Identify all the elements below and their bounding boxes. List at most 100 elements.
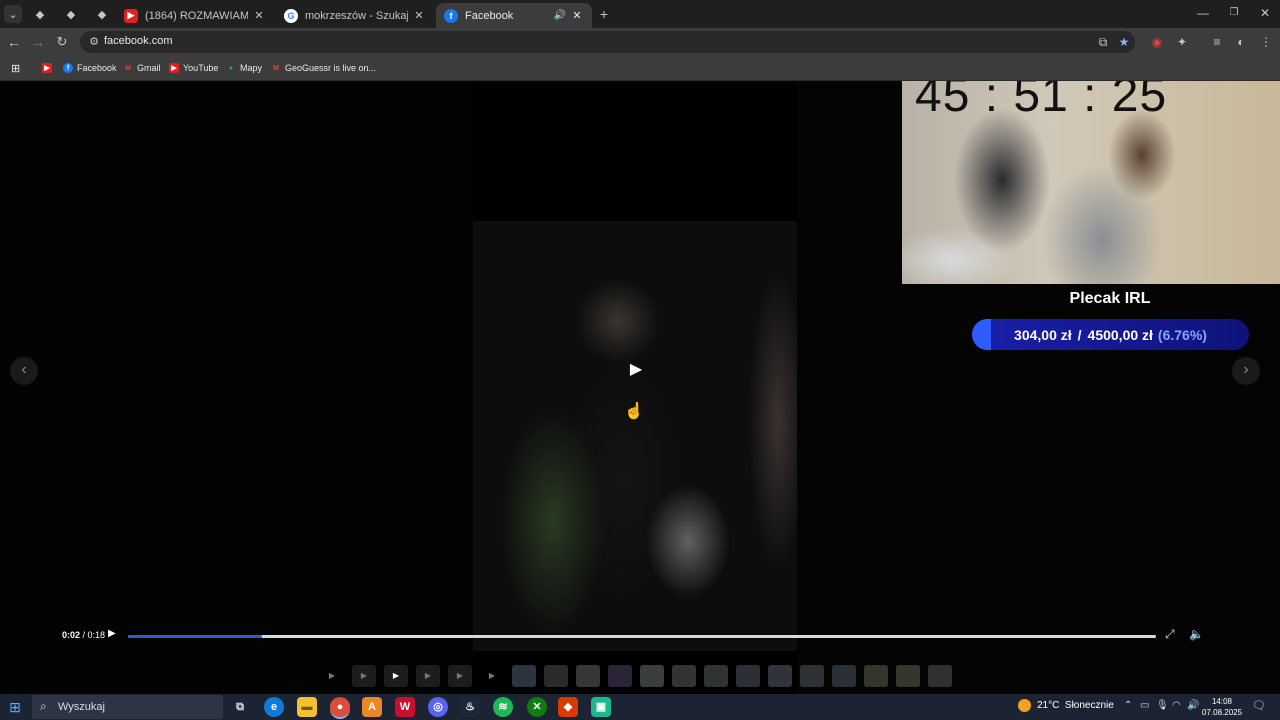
chrome-icon[interactable]: ● <box>330 697 350 719</box>
bookmark-maps[interactable]: ● Mapy <box>226 61 262 75</box>
site-info-icon[interactable]: ⚙ <box>86 34 102 50</box>
microphone-icon[interactable]: 🎙 <box>1156 700 1169 711</box>
play-button[interactable]: ▶ <box>108 628 116 639</box>
xbox-icon[interactable]: ✕ <box>527 697 547 717</box>
install-app-icon[interactable]: ⧉ <box>1094 33 1112 51</box>
close-tab-icon[interactable]: ✕ <box>570 9 584 22</box>
close-tab-icon[interactable]: ✕ <box>252 9 266 22</box>
thumbnail[interactable] <box>544 665 568 687</box>
tab-facebook[interactable]: f Facebook 🔊 ✕ <box>436 3 592 28</box>
restore-button[interactable]: ❐ <box>1219 4 1249 22</box>
profile-icon[interactable]: ◐ <box>1232 33 1250 51</box>
bookmark-gmail[interactable]: M Gmail <box>123 61 161 75</box>
speaker-icon[interactable]: 🔊 <box>554 10 566 21</box>
youtube-icon: ▶ <box>169 63 179 73</box>
goal-title: Plecak IRL <box>1069 290 1151 307</box>
thumbnail[interactable] <box>928 665 952 687</box>
tab-search-chevron-icon[interactable]: ⌄ <box>4 5 22 23</box>
bookmark-youtube-red[interactable]: ▶ <box>42 61 56 75</box>
menu-kebab-icon[interactable]: ⋮ <box>1257 33 1275 51</box>
notification-icon[interactable]: 🗨 <box>1252 699 1266 712</box>
app-green-icon[interactable]: ▣ <box>591 697 611 717</box>
address-bar[interactable]: ⚙ facebook.com <box>80 31 1135 53</box>
file-explorer-icon[interactable]: ▬ <box>297 697 317 717</box>
thumbnail[interactable] <box>640 665 664 687</box>
close-tab-icon[interactable]: ✕ <box>412 9 426 22</box>
pinned-tab-3[interactable]: ◆ <box>93 5 111 23</box>
previous-arrow-icon[interactable]: ‹ <box>10 357 38 385</box>
youtube-icon: ▶ <box>42 63 52 73</box>
new-tab-button[interactable]: + <box>595 5 613 23</box>
thumbnail[interactable] <box>864 665 888 687</box>
extensions-puzzle-icon[interactable]: ✦ <box>1173 33 1191 51</box>
edge-icon[interactable]: e <box>264 697 284 717</box>
reading-list-icon[interactable]: ≡ <box>1208 33 1226 51</box>
thumbnail[interactable]: ▶ <box>416 665 440 687</box>
tab-strip: ⌄ ◆ ◆ ◆ ▶ (1864) ROZMAWIAMY Z DUCH ✕ G m… <box>0 0 1280 28</box>
video-viewer: ‹ › ▶ ☝ 45 : 51 : 25 Plecak IRL 304,00 z… <box>0 81 1280 694</box>
thumbnail[interactable] <box>672 665 696 687</box>
thumbnail[interactable] <box>800 665 824 687</box>
extension-icon[interactable]: ◉ <box>1148 33 1166 51</box>
messenger-icon[interactable]: ◎ <box>428 697 448 717</box>
steam-icon[interactable]: ♨ <box>460 697 480 717</box>
play-icon[interactable]: ▶ <box>626 360 646 380</box>
app-orange-icon[interactable]: A <box>362 697 382 717</box>
thumbnail[interactable]: ▶ <box>384 665 408 687</box>
speaker-icon[interactable]: 🔊 <box>1187 700 1199 711</box>
thumbnail[interactable] <box>576 665 600 687</box>
task-view-icon[interactable]: ⧉ <box>230 697 250 717</box>
thumbnail[interactable]: ▶ <box>480 665 504 687</box>
video-progress-fill <box>128 635 262 638</box>
browser-toolbar: ← → ↻ ⚙ facebook.com ⧉ ★ ◉ ✦ ≡ ◐ ⋮ <box>0 28 1280 56</box>
gmail-icon: M <box>271 63 281 73</box>
wifi-icon[interactable]: ◠ <box>1172 700 1181 711</box>
bookmark-star-icon[interactable]: ★ <box>1115 33 1133 51</box>
volume-icon[interactable]: 🔈 <box>1189 627 1204 641</box>
thumbnail[interactable] <box>896 665 920 687</box>
bookmark-facebook[interactable]: f Facebook <box>63 61 117 75</box>
thumbnail[interactable] <box>512 665 536 687</box>
tab-youtube[interactable]: ▶ (1864) ROZMAWIAMY Z DUCH ✕ <box>116 3 274 28</box>
minimize-button[interactable]: — <box>1188 4 1218 22</box>
bookmark-youtube[interactable]: ▶ YouTube <box>169 61 218 75</box>
facebook-icon: f <box>63 63 73 73</box>
tray-chevron-icon[interactable]: ⌃ <box>1124 700 1132 711</box>
tab-google[interactable]: G mokrzeszów - Szukaj w Google ✕ <box>276 3 434 28</box>
wps-icon[interactable]: W <box>395 697 415 717</box>
meet-icon[interactable]: ▭ <box>1140 700 1149 711</box>
spotify-icon[interactable]: ≋ <box>493 697 513 717</box>
windows-start-icon[interactable]: ⊞ <box>6 698 24 716</box>
bookmark-geoguessr[interactable]: M GeoGuessr is live on... <box>271 61 376 75</box>
taskbar-search[interactable]: ⌕ <box>32 695 223 719</box>
thumbnail[interactable]: ▶ <box>352 665 376 687</box>
maps-icon: ● <box>226 63 236 73</box>
thumbnail[interactable]: ▶ <box>320 665 344 687</box>
pinned-tab-1[interactable]: ◆ <box>31 5 49 23</box>
thumbnail[interactable] <box>832 665 856 687</box>
apps-grid-icon[interactable]: ⊞ <box>11 61 20 75</box>
stream-timer: 45 : 51 : 25 <box>915 81 1168 122</box>
weather-widget[interactable]: 21°C Słonecznie <box>1018 699 1114 712</box>
forward-button[interactable]: → <box>28 32 48 52</box>
taskbar-search-input[interactable] <box>56 697 210 717</box>
back-button[interactable]: ← <box>4 32 24 52</box>
url-text: facebook.com <box>104 35 173 47</box>
taskbar-clock[interactable]: 14:08 07.08.2025 <box>1202 696 1242 718</box>
thumbnail[interactable] <box>736 665 760 687</box>
fullscreen-icon[interactable]: ⤢ <box>1165 627 1175 642</box>
thumbnail[interactable] <box>704 665 728 687</box>
close-window-button[interactable]: ✕ <box>1250 4 1280 22</box>
sun-icon <box>1018 699 1031 712</box>
thumbnail[interactable]: ▶ <box>448 665 472 687</box>
app-red-icon[interactable]: ◆ <box>558 697 578 717</box>
search-icon: ⌕ <box>40 699 47 713</box>
video-progress-bar[interactable] <box>128 635 1156 638</box>
thumbnail[interactable] <box>768 665 792 687</box>
next-arrow-icon[interactable]: › <box>1232 357 1260 385</box>
reload-button[interactable]: ↻ <box>52 32 72 52</box>
facebook-icon: f <box>444 8 458 23</box>
video-frame[interactable] <box>473 221 797 651</box>
pinned-tab-2[interactable]: ◆ <box>62 5 80 23</box>
thumbnail[interactable] <box>608 665 632 687</box>
